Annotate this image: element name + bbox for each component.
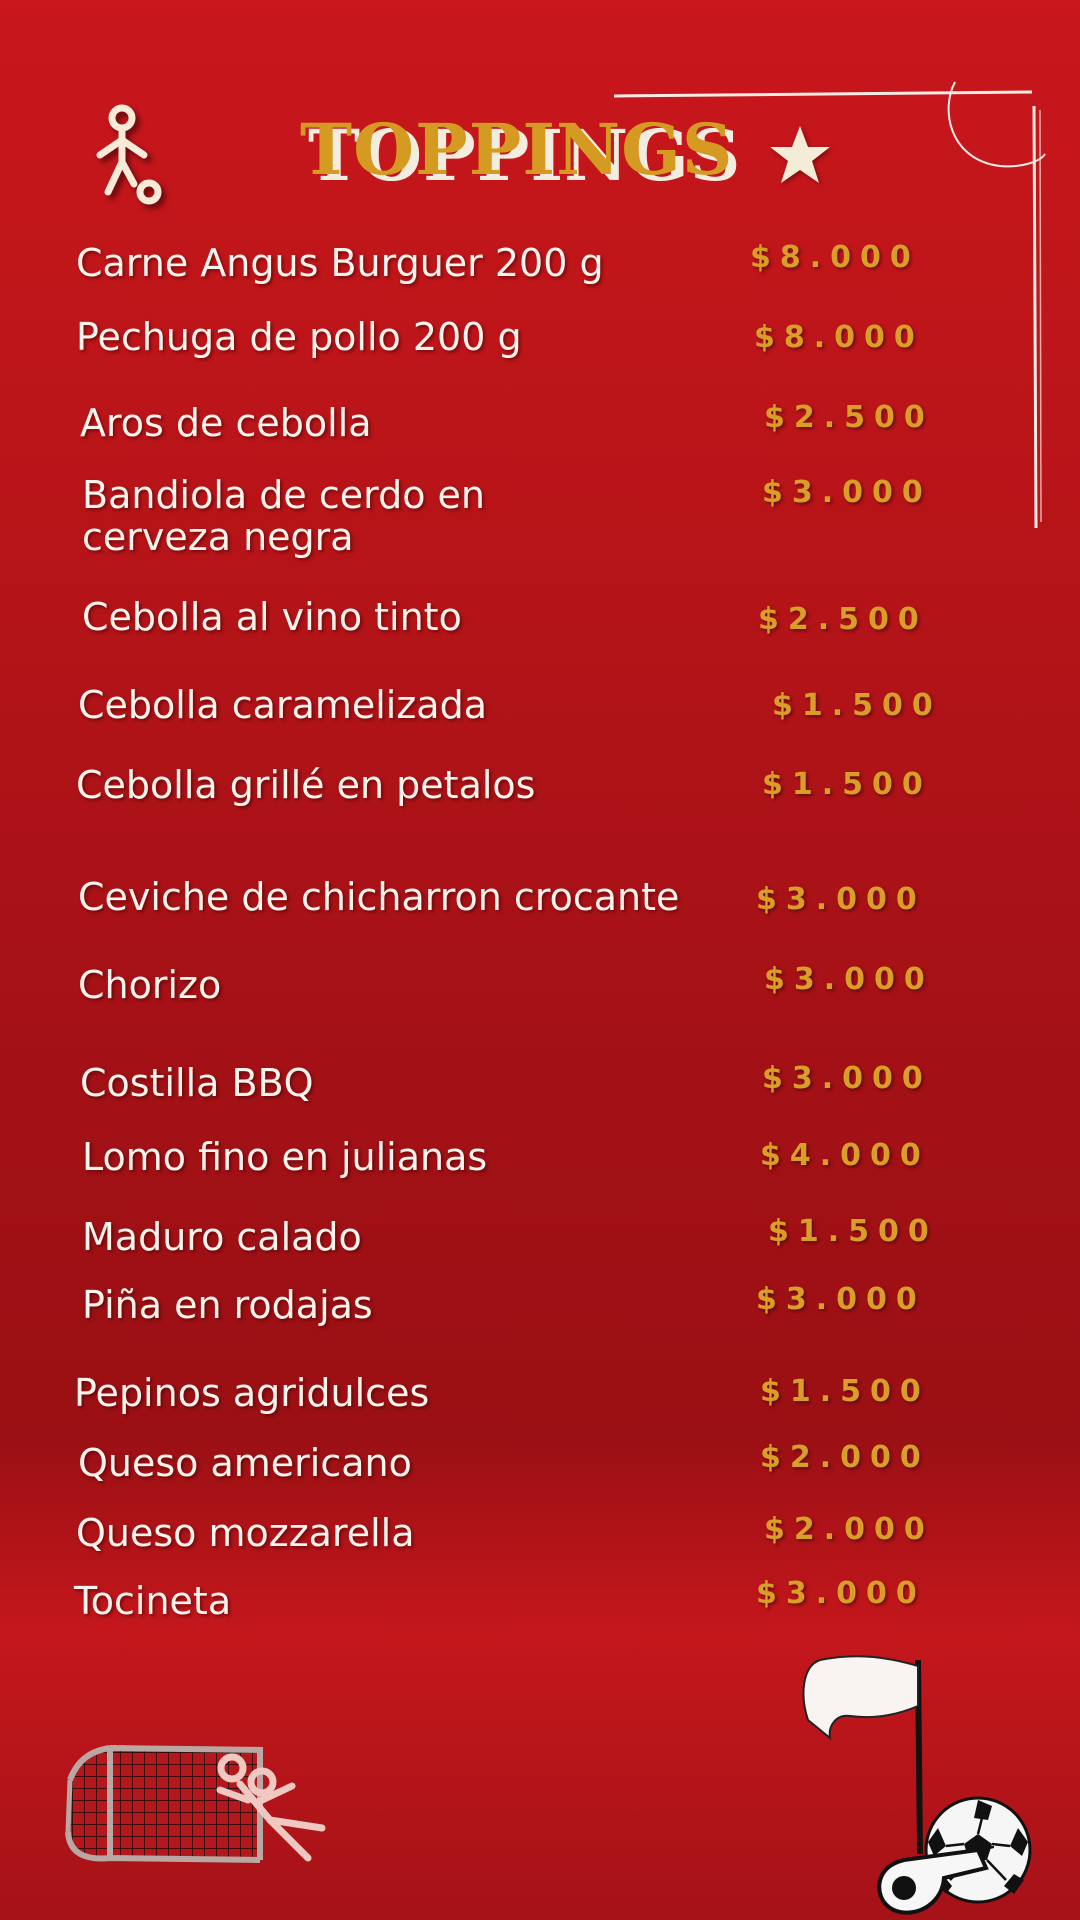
menu-item-name: Cebolla al vino tinto: [82, 595, 462, 639]
menu-item-name: Ceviche de chicharron crocante: [78, 875, 680, 919]
soccer-goal-icon: [65, 1745, 326, 1863]
menu-item-price: $1.500: [772, 688, 942, 723]
whistle-icon: [877, 1846, 994, 1915]
menu-item-name: Queso mozzarella: [76, 1511, 415, 1555]
menu-item-name: Cebolla grillé en petalos: [76, 763, 536, 807]
menu-item-price: $8.000: [750, 240, 920, 275]
menu-item-price: $3.000: [756, 1282, 926, 1317]
player-icon: [96, 104, 162, 205]
menu-item-price: $1.500: [768, 1214, 938, 1249]
menu-item-price: $2.500: [764, 400, 934, 435]
menu-item-name: Piña en rodajas: [82, 1283, 373, 1327]
menu-item-name: Pepinos agridulces: [74, 1371, 430, 1415]
page-title: TOPPINGS: [300, 108, 734, 191]
menu-item-name-line2: cerveza negra: [82, 515, 354, 559]
menu-item-name: Bandiola de cerdo en: [82, 473, 486, 517]
menu-item-price: $1.500: [762, 767, 932, 802]
corner-flag-icon: [802, 1655, 923, 1855]
menu-item-price: $2.000: [760, 1440, 930, 1475]
menu-item-price: $3.000: [762, 475, 932, 510]
star-icon: [770, 126, 830, 183]
menu-item-name: Queso americano: [78, 1441, 412, 1485]
menu-item-name: Cebolla caramelizada: [78, 683, 488, 727]
menu-item-price: $8.000: [754, 320, 924, 355]
menu-item-price: $3.000: [756, 882, 926, 917]
menu-item-price: $3.000: [756, 1576, 926, 1611]
menu-item-name: Carne Angus Burguer 200 g: [76, 241, 604, 285]
menu-item-price: $2.000: [764, 1512, 934, 1547]
menu-item-name: Chorizo: [78, 963, 222, 1007]
menu-item-name: Pechuga de pollo 200 g: [76, 315, 522, 359]
menu-item-name: Aros de cebolla: [80, 401, 372, 445]
menu-item-name: Maduro calado: [82, 1215, 362, 1259]
menu-item-name: Costilla BBQ: [80, 1061, 314, 1105]
menu-item-price: $3.000: [762, 1061, 932, 1096]
menu-item-name: Tocineta: [74, 1579, 232, 1623]
menu-item-name: Lomo fino en julianas: [82, 1135, 488, 1179]
menu-item-price: $1.500: [760, 1374, 930, 1409]
menu-item-price: $2.500: [758, 602, 928, 637]
menu-item-price: $3.000: [764, 962, 934, 997]
menu-item-price: $4.000: [760, 1138, 930, 1173]
